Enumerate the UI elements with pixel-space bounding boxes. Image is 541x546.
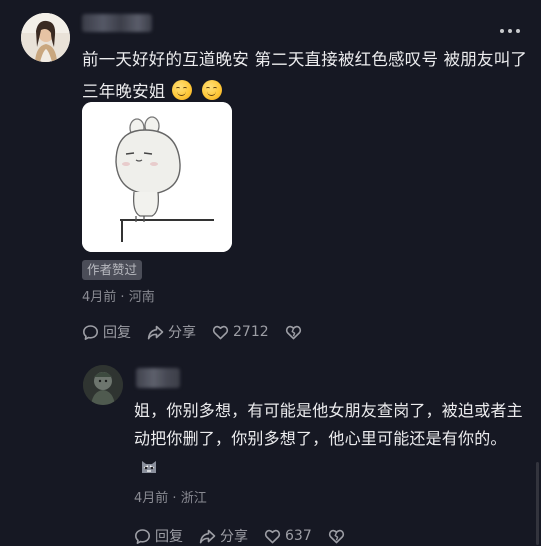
comment-bubble-icon — [83, 324, 98, 340]
comment-actions: 回复 分享 2712 — [82, 322, 302, 342]
reply-actions: 回复 分享 637 — [134, 526, 345, 546]
reply-body: 姐，你别多想，有可能是他女朋友查岗了，被迫或者主动把你删了，你别多想了，他心里可… — [134, 397, 524, 481]
broken-heart-icon — [328, 529, 344, 543]
reply-text: 姐，你别多想，有可能是他女朋友查岗了，被迫或者主动把你删了，你别多想了，他心里可… — [134, 401, 523, 448]
heart-icon — [264, 529, 281, 543]
reply-label: 回复 — [155, 529, 183, 545]
like-button[interactable]: 2712 — [212, 324, 269, 341]
dislike-button[interactable] — [285, 324, 302, 341]
cat-face-emoji — [140, 456, 158, 474]
comment-text: 前一天好好的互道晚安 第二天直接被红色感叹号 被朋友叫了三年晚安姐 — [82, 50, 528, 101]
broken-heart-icon — [285, 325, 301, 339]
share-button[interactable]: 分享 — [147, 322, 196, 342]
share-label: 分享 — [168, 325, 196, 341]
author-liked-badge: 作者赞过 — [82, 260, 143, 280]
reply-button[interactable]: 回复 — [82, 322, 131, 342]
sticker-image[interactable] — [82, 102, 232, 252]
share-button[interactable]: 分享 — [199, 526, 248, 546]
comment-location: 河南 — [128, 290, 155, 305]
reply-meta: 4月前 · 浙江 — [134, 487, 207, 506]
comment-time: 4月前 — [82, 290, 117, 305]
comment-meta: 4月前 · 河南 — [82, 286, 155, 305]
like-button[interactable]: 637 — [264, 528, 312, 545]
commenter-name-redacted[interactable] — [82, 14, 152, 32]
comment-body: 前一天好好的互道晚安 第二天直接被红色感叹号 被朋友叫了三年晚安姐 — [82, 44, 532, 108]
reply-location: 浙江 — [180, 491, 207, 506]
share-arrow-icon — [147, 325, 164, 339]
heart-icon — [212, 325, 229, 339]
share-arrow-icon — [199, 529, 216, 543]
smiling-face-emoji — [201, 80, 222, 100]
comment-bubble-icon — [135, 528, 150, 544]
reply-label: 回复 — [103, 325, 131, 341]
share-label: 分享 — [220, 529, 248, 545]
more-options-button[interactable] — [500, 26, 528, 36]
like-count: 2712 — [233, 324, 269, 340]
smiling-face-emoji — [171, 80, 192, 100]
commenter-avatar[interactable] — [21, 13, 70, 62]
reply-button[interactable]: 回复 — [134, 526, 183, 546]
replier-avatar[interactable] — [83, 365, 123, 405]
dislike-button[interactable] — [328, 528, 345, 545]
replier-name-redacted[interactable] — [136, 368, 180, 388]
scrollbar[interactable] — [536, 462, 539, 545]
like-count: 637 — [285, 528, 312, 544]
meta-separator: · — [120, 290, 129, 305]
meta-separator: · — [172, 491, 181, 506]
reply-time: 4月前 — [134, 491, 169, 506]
more-dots-icon — [500, 29, 504, 33]
